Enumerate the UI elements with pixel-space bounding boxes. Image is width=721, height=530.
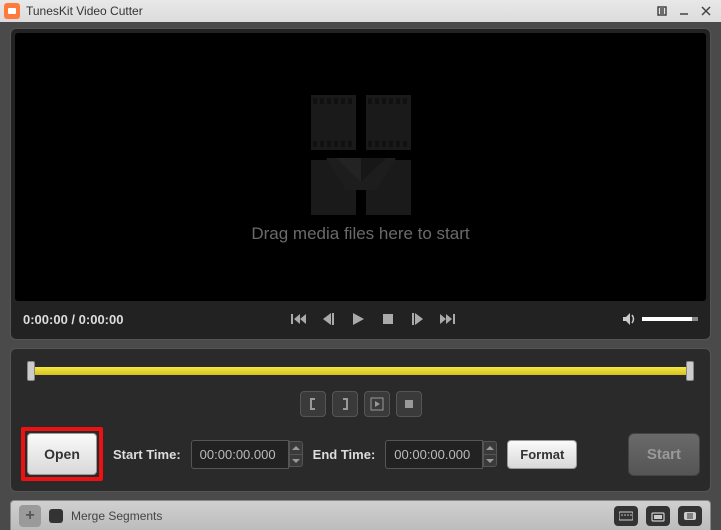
set-start-bracket-icon[interactable] (300, 391, 326, 417)
chevron-up-icon[interactable] (483, 441, 497, 454)
timeline-handle-start[interactable] (27, 361, 35, 381)
minimize-icon[interactable] (673, 2, 695, 20)
next-segment-icon[interactable] (437, 308, 459, 330)
volume-icon (622, 311, 638, 327)
time-display: 0:00:00 / 0:00:00 (23, 312, 123, 327)
start-time-label: Start Time: (113, 447, 181, 462)
video-panel: Drag media files here to start 0:00:00 /… (10, 28, 711, 340)
start-button[interactable]: Start (628, 433, 700, 476)
titlebar: TunesKit Video Cutter (0, 0, 721, 22)
volume-slider[interactable] (642, 317, 698, 321)
trim-panel: Open Start Time: 00:00:00.000 End Time: … (10, 348, 711, 492)
end-time-input[interactable]: 00:00:00.000 (385, 440, 497, 469)
format-button[interactable]: Format (507, 440, 577, 469)
volume-control[interactable] (622, 311, 698, 327)
video-drop-area[interactable]: Drag media files here to start (15, 33, 706, 301)
drop-hint-text: Drag media files here to start (251, 224, 469, 244)
start-time-input[interactable]: 00:00:00.000 (191, 440, 303, 469)
film-strip-icon (276, 90, 446, 220)
timeline-selection (29, 367, 692, 375)
timeline-handle-end[interactable] (686, 361, 694, 381)
stop-icon[interactable] (377, 308, 399, 330)
playback-controls: 0:00:00 / 0:00:00 (15, 301, 706, 335)
menu-icon[interactable] (651, 2, 673, 20)
timeline-track[interactable] (27, 367, 694, 375)
stop-selection-icon[interactable] (396, 391, 422, 417)
list-icon[interactable] (678, 506, 702, 526)
end-time-label: End Time: (313, 447, 376, 462)
play-selection-icon[interactable] (364, 391, 390, 417)
chevron-down-icon[interactable] (483, 454, 497, 467)
app-title: TunesKit Video Cutter (26, 4, 143, 18)
chevron-up-icon[interactable] (289, 441, 303, 454)
prev-segment-icon[interactable] (287, 308, 309, 330)
chevron-down-icon[interactable] (289, 454, 303, 467)
keyboard-icon[interactable] (614, 506, 638, 526)
segments-bar: + Merge Segments (10, 500, 711, 530)
output-folder-icon[interactable] (646, 506, 670, 526)
step-back-icon[interactable] (317, 308, 339, 330)
play-icon[interactable] (347, 308, 369, 330)
add-segment-button[interactable]: + (19, 505, 41, 527)
open-highlight: Open (21, 427, 103, 481)
open-button[interactable]: Open (27, 433, 97, 475)
app-icon (4, 3, 20, 19)
merge-checkbox[interactable] (49, 509, 63, 523)
set-end-bracket-icon[interactable] (332, 391, 358, 417)
close-icon[interactable] (695, 2, 717, 20)
merge-label: Merge Segments (71, 509, 162, 523)
step-forward-icon[interactable] (407, 308, 429, 330)
